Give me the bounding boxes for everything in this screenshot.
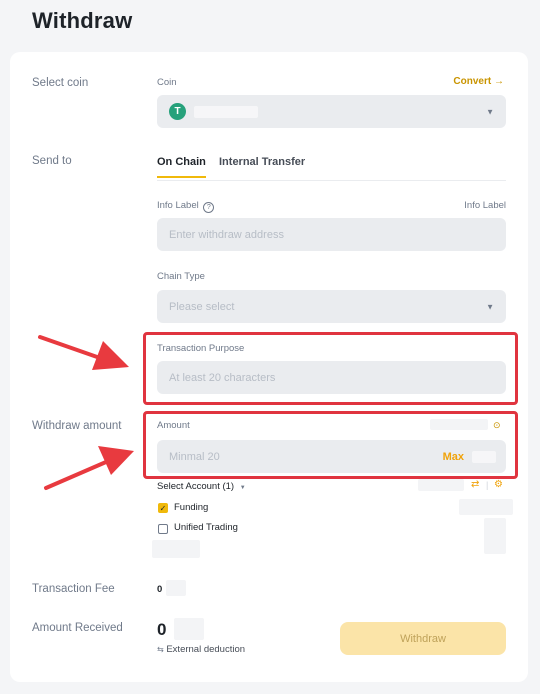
account-total-redacted <box>152 540 200 558</box>
tab-internal-transfer[interactable]: Internal Transfer <box>219 156 305 168</box>
address-input[interactable]: Enter withdraw address <box>157 218 506 251</box>
max-value-redacted <box>472 450 496 463</box>
amount-received-label: Amount Received <box>32 622 123 634</box>
select-account-label: Select Account (1) <box>157 481 235 492</box>
external-deduction-label: External deduction <box>166 644 246 655</box>
chain-type-placeholder: Please select <box>169 300 235 313</box>
amount-received-value: 0 <box>157 620 167 639</box>
unified-trading-balance-redacted <box>484 518 506 554</box>
available-balance-redacted <box>430 419 488 430</box>
settings-icon[interactable]: ⚙ <box>494 480 503 490</box>
funding-checkbox[interactable]: ✓ <box>158 503 168 513</box>
transaction-purpose-input[interactable]: At least 20 characters <box>157 361 506 394</box>
received-unit-redacted <box>174 618 204 640</box>
coin-select[interactable]: T ▼ <box>157 95 506 128</box>
arrow-right-icon: → <box>494 76 504 87</box>
amount-field-label: Amount <box>157 420 190 431</box>
withdraw-button[interactable]: Withdraw <box>340 622 506 655</box>
transaction-purpose-placeholder: At least 20 characters <box>169 371 276 384</box>
chain-type-label: Chain Type <box>157 271 205 282</box>
transfer-icon[interactable]: ⇄ <box>471 480 479 490</box>
caret-down-icon: ▼ <box>486 302 494 311</box>
info-circle-icon[interactable]: ⊙ <box>493 420 501 430</box>
withdraw-amount-label: Withdraw amount <box>32 420 122 432</box>
divider-bar: | <box>486 480 489 490</box>
address-info-label: Info Label ? <box>157 200 215 213</box>
tab-on-chain[interactable]: On Chain <box>157 156 206 178</box>
max-button[interactable]: Max <box>443 451 464 463</box>
transaction-purpose-label: Transaction Purpose <box>157 343 245 354</box>
external-deduction: ⇆ External deduction <box>157 644 245 655</box>
chain-type-select[interactable]: Please select ▼ <box>157 290 506 323</box>
unified-trading-checkbox[interactable] <box>158 524 168 534</box>
unified-trading-option-label: Unified Trading <box>174 522 238 533</box>
info-label-text: Info Label <box>157 200 199 211</box>
coin-name-redacted <box>194 105 258 118</box>
account-balance-redacted <box>418 479 464 491</box>
funding-option-label: Funding <box>174 502 209 513</box>
transaction-fee-label: Transaction Fee <box>32 583 115 595</box>
tether-coin-icon: T <box>169 103 186 120</box>
fee-unit-redacted <box>166 580 186 596</box>
funding-balance-redacted <box>459 499 513 515</box>
caret-down-icon: ▼ <box>239 485 246 491</box>
page-title: Withdraw <box>32 8 133 33</box>
select-coin-label: Select coin <box>32 77 89 89</box>
convert-link-label: Convert <box>453 76 492 87</box>
address-input-placeholder: Enter withdraw address <box>169 228 284 241</box>
select-account-dropdown[interactable]: Select Account (1) ▼ <box>157 481 246 492</box>
caret-down-icon: ▼ <box>486 107 494 116</box>
help-icon[interactable]: ? <box>203 202 215 213</box>
amount-input-placeholder: Minmal 20 <box>169 450 220 463</box>
amount-input[interactable]: Minmal 20 Max <box>157 440 506 473</box>
withdraw-form-card: Select coin Coin Convert → T ▼ Send to O… <box>10 52 528 682</box>
send-to-tabs: On Chain Internal Transfer <box>157 156 506 181</box>
coin-field-label: Coin <box>157 77 177 88</box>
swap-icon: ⇆ <box>157 645 164 654</box>
info-label-right: Info Label <box>464 200 506 211</box>
convert-link[interactable]: Convert → <box>453 76 504 87</box>
send-to-label: Send to <box>32 155 72 167</box>
transaction-fee-value: 0 <box>157 584 163 595</box>
